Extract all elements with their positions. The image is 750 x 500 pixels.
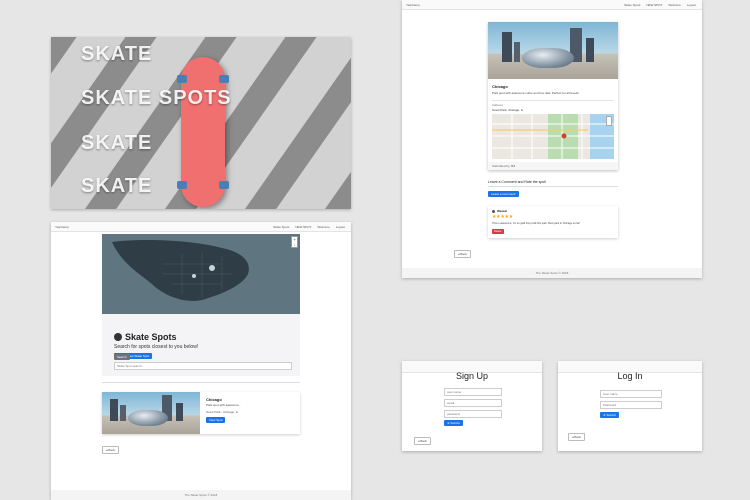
- skate-hero-image: SKATE SKATE SPOTS SKATE SKATE: [51, 37, 351, 209]
- comment-card: Weiwei ★★★★★ This is awesome. I'm so gla…: [488, 206, 618, 238]
- divider: [102, 382, 300, 383]
- address-label: Address: [492, 103, 504, 107]
- signup-title: Sign Up: [455, 371, 489, 381]
- password-field[interactable]: [444, 410, 502, 418]
- email-field[interactable]: [444, 399, 502, 407]
- hero-word: SKATE: [81, 43, 153, 65]
- nav-brand[interactable]: YelpCamp: [55, 225, 69, 229]
- footer: The Skate Spots © 2018: [51, 490, 351, 500]
- spot-detail-card: Chicago Park spot with awesome curbs and…: [488, 22, 618, 170]
- spot-title: Chicago: [492, 84, 508, 89]
- star-rating-icon: ★★★★★: [492, 214, 513, 220]
- back-button[interactable]: ◂ Back: [454, 250, 472, 258]
- show-page-screenshot: YelpCamp Skate Spots NEW SPOT Welcome Lo…: [402, 0, 702, 278]
- hero-word: SKATE: [81, 175, 153, 197]
- map-zoom-control[interactable]: + -: [291, 236, 298, 248]
- comment-heading: Leave a Comment and Rate the spot!: [488, 180, 547, 184]
- submitted-by: Submitted by: Bill: [488, 162, 618, 170]
- spot-description: Park spot with awesome curbs and low rai…: [492, 91, 579, 95]
- leave-comment-button[interactable]: Leave a Comment: [488, 191, 519, 197]
- nav-link-new-spot[interactable]: NEW SPOT: [646, 3, 662, 7]
- nav-brand[interactable]: YelpCamp: [406, 3, 420, 7]
- comment-text: This is awesome. I'm so glad they built …: [492, 222, 581, 225]
- nav-link-skate-spots[interactable]: Skate Spots: [273, 225, 289, 229]
- login-page-screenshot: Log In ➜ Submit ◂ Back: [558, 361, 702, 451]
- cluster-map[interactable]: + -: [102, 234, 300, 314]
- search-input[interactable]: [114, 362, 292, 370]
- username-field[interactable]: [444, 388, 502, 396]
- spot-address: Grant Park, Chicago, IL: [492, 108, 524, 112]
- signup-page-screenshot: Sign Up ➜ Submit ◂ Back: [402, 361, 542, 451]
- page-title: Skate Spots: [125, 332, 177, 342]
- search-button[interactable]: Search: [114, 354, 130, 360]
- spot-detail-image: [488, 22, 618, 79]
- password-field[interactable]: [600, 401, 662, 409]
- nav-link-logout[interactable]: Logout: [687, 3, 696, 7]
- back-button[interactable]: ◂ Back: [102, 446, 120, 454]
- nav-link-new-spot[interactable]: NEW SPOT: [295, 225, 311, 229]
- back-button[interactable]: ◂ Back: [414, 437, 432, 445]
- north-america-map-icon: [102, 234, 300, 314]
- footer: The Skate Spots © 2018: [402, 268, 702, 278]
- street-map-icon: [492, 114, 614, 159]
- jumbotron: Skate Spots Search for spots closest to …: [102, 314, 300, 376]
- signup-submit-button[interactable]: ➜ Submit: [444, 420, 463, 426]
- spot-card-meta: Grant Park - Chicago, IL: [206, 410, 239, 414]
- index-page-screenshot: YelpCamp Skate Spots NEW SPOT Welcome Lo…: [51, 222, 351, 500]
- globe-icon: [114, 333, 122, 341]
- nav-link-skate-spots[interactable]: Skate Spots: [624, 3, 640, 7]
- skateboard-graphic: [177, 57, 229, 207]
- spot-card[interactable]: Chicago Park spot with awesome... Grant …: [102, 392, 300, 434]
- nav-link-logout[interactable]: Logout: [336, 225, 345, 229]
- spot-card-title: Chicago: [206, 397, 222, 402]
- spot-location-map[interactable]: [492, 114, 614, 159]
- spot-card-text: Park spot with awesome...: [206, 403, 242, 407]
- delete-comment-button[interactable]: Delete: [492, 229, 504, 234]
- spot-card-image: [102, 392, 200, 434]
- nav-link-welcome[interactable]: Welcome: [317, 225, 329, 229]
- nav-link-welcome[interactable]: Welcome: [668, 3, 680, 7]
- back-button[interactable]: ◂ Back: [568, 433, 586, 441]
- navbar: YelpCamp Skate Spots NEW SPOT Welcome Lo…: [402, 0, 702, 10]
- login-submit-button[interactable]: ➜ Submit: [600, 412, 619, 418]
- comment-author: Weiwei: [497, 209, 508, 213]
- page-subtitle: Search for spots closest to you below!: [114, 344, 199, 350]
- user-icon: [492, 209, 495, 213]
- hero-title: SKATE SPOTS: [81, 87, 232, 109]
- view-spot-button[interactable]: View Spot: [206, 417, 226, 423]
- username-field[interactable]: [600, 390, 662, 398]
- hero-word: SKATE: [81, 132, 153, 154]
- login-title: Log In: [617, 371, 643, 381]
- navbar: YelpCamp Skate Spots NEW SPOT Welcome Lo…: [51, 222, 351, 232]
- map-zoom-control[interactable]: [606, 116, 612, 126]
